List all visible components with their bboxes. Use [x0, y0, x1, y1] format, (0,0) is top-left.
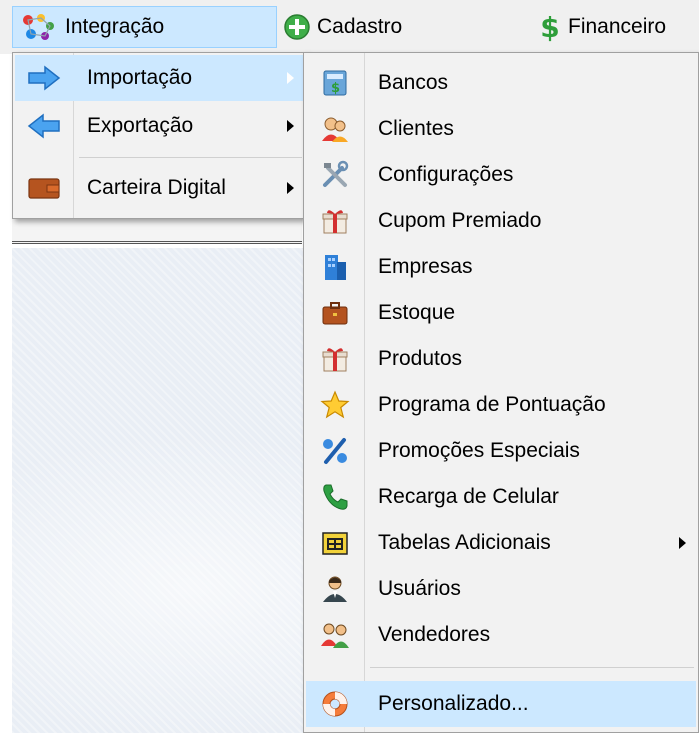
menu-item-programa-de-pontuacao[interactable]: Programa de Pontuação [306, 382, 696, 428]
dollar-icon: $ [538, 12, 562, 42]
importacao-submenu: $ Bancos Clientes Configurações Cupom Pr… [303, 52, 699, 733]
menu-item-usuarios-label: Usuários [378, 577, 461, 600]
menu-item-cupom-premiado-label: Cupom Premiado [378, 209, 542, 232]
green-plus-icon [283, 13, 311, 41]
menu-item-exportacao[interactable]: Exportação [15, 103, 304, 149]
menu-item-promocoes-especiais[interactable]: Promoções Especiais [306, 428, 696, 474]
lifebuoy-icon [320, 689, 350, 719]
menu-item-produtos[interactable]: Produtos [306, 336, 696, 382]
menu-item-bancos-label: Bancos [378, 71, 449, 94]
menu-separator [370, 667, 694, 668]
menu-item-exportacao-label: Exportação [87, 114, 194, 137]
svg-text:$: $ [540, 12, 559, 42]
menu-item-promocoes-especiais-label: Promoções Especiais [378, 439, 580, 462]
blue-arrow-right-icon [27, 65, 61, 91]
menu-item-importacao-label: Importação [87, 66, 193, 89]
menu-item-bancos[interactable]: $ Bancos [306, 60, 696, 106]
user-icon [320, 574, 350, 604]
phone-icon [320, 482, 350, 512]
background-wallpaper [12, 248, 312, 733]
menu-item-empresas[interactable]: Empresas [306, 244, 696, 290]
menu-item-empresas-label: Empresas [378, 255, 473, 278]
menu-item-importacao[interactable]: Importação [15, 55, 304, 101]
table-icon [320, 528, 350, 558]
menu-separator [79, 157, 302, 158]
menu-bar: Integração Cadastro $ Financeiro [0, 0, 699, 54]
menu-item-personalizado-label: Personalizado... [378, 692, 529, 715]
menu-item-carteira-digital[interactable]: Carteira Digital [15, 165, 304, 211]
svg-text:$: $ [331, 81, 340, 96]
menu-item-usuarios[interactable]: Usuários [306, 566, 696, 612]
menu-item-clientes-label: Clientes [378, 117, 454, 140]
menu-integracao[interactable]: Integração [12, 6, 277, 48]
submenu-arrow-icon [287, 182, 294, 194]
menu-item-tabelas-adicionais-label: Tabelas Adicionais [378, 531, 551, 554]
bank-icon: $ [320, 68, 350, 98]
menu-item-configuracoes-label: Configurações [378, 163, 514, 186]
sellers-icon [320, 620, 350, 650]
menu-item-carteira-digital-label: Carteira Digital [87, 176, 226, 199]
briefcase-icon [320, 298, 350, 328]
menu-item-cupom-premiado[interactable]: Cupom Premiado [306, 198, 696, 244]
clients-icon [320, 114, 350, 144]
submenu-arrow-icon [679, 537, 686, 549]
menu-financeiro-label: Financeiro [568, 15, 667, 38]
menu-cadastro-label: Cadastro [317, 15, 403, 38]
submenu-arrow-icon [287, 72, 294, 84]
blue-arrow-left-icon [27, 113, 61, 139]
menu-financeiro[interactable]: $ Financeiro [538, 6, 666, 48]
building-icon [320, 252, 350, 282]
menu-item-produtos-label: Produtos [378, 347, 463, 370]
integracao-menu: Importação Exportação Carteira Digital [12, 52, 307, 219]
menu-item-vendedores-label: Vendedores [378, 623, 491, 646]
menu-integracao-label: Integração [65, 15, 165, 38]
menu-item-estoque-label: Estoque [378, 301, 456, 324]
tools-icon [320, 160, 350, 190]
menu-item-configuracoes[interactable]: Configurações [306, 152, 696, 198]
gift-icon [320, 344, 350, 374]
gift-icon [320, 206, 350, 236]
menu-item-recarga-de-celular[interactable]: Recarga de Celular [306, 474, 696, 520]
menu-item-vendedores[interactable]: Vendedores [306, 612, 696, 658]
integration-dots-icon [19, 12, 59, 42]
menu-cadastro[interactable]: Cadastro [283, 6, 402, 48]
menu-item-clientes[interactable]: Clientes [306, 106, 696, 152]
wallet-icon [27, 175, 61, 201]
menu-item-programa-de-pontuacao-label: Programa de Pontuação [378, 393, 606, 416]
menu-item-personalizado[interactable]: Personalizado... [306, 681, 696, 727]
menu-item-recarga-de-celular-label: Recarga de Celular [378, 485, 559, 508]
menu-item-tabelas-adicionais[interactable]: Tabelas Adicionais [306, 520, 696, 566]
menu-item-estoque[interactable]: Estoque [306, 290, 696, 336]
star-icon [320, 390, 350, 420]
submenu-arrow-icon [287, 120, 294, 132]
percent-icon [320, 436, 350, 466]
